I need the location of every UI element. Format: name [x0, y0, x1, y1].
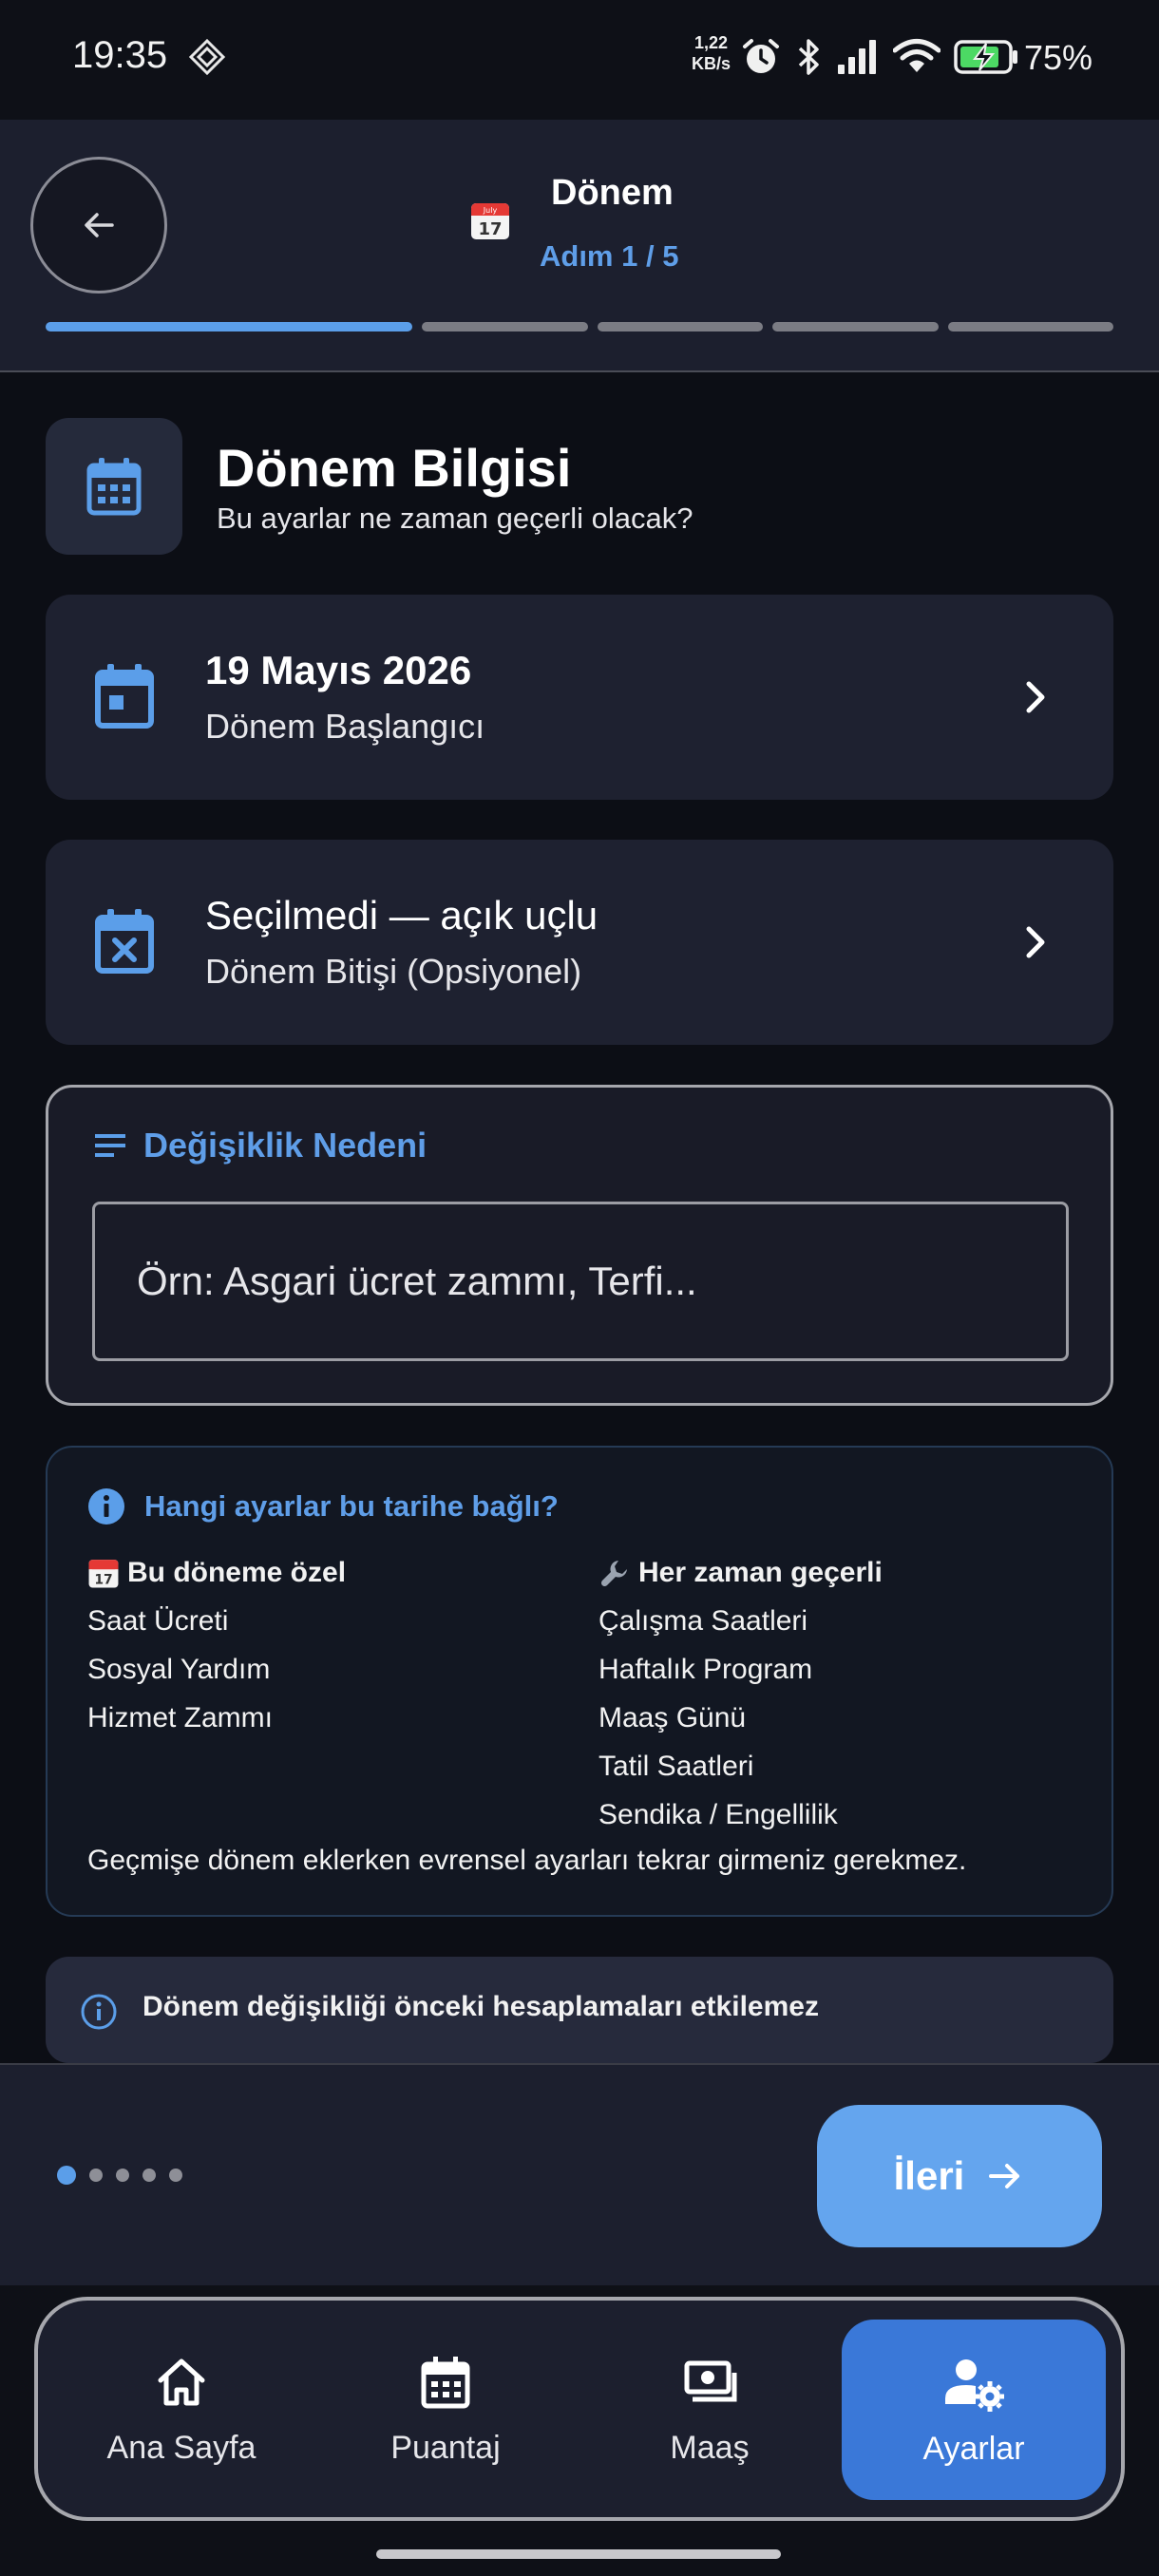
- end-date-label: Dönem Bitişi (Opsiyonel): [205, 952, 582, 991]
- nav-item-maas[interactable]: Maaş: [578, 2301, 842, 2517]
- alarm-icon: [743, 39, 779, 73]
- list-item: Haftalık Program: [598, 1654, 813, 1685]
- section-subtitle: Bu ayarlar ne zaman geçerli olacak?: [217, 502, 694, 535]
- page-dot: [89, 2169, 103, 2182]
- status-icons: [741, 34, 1020, 80]
- settings-info-title: Hangi ayarlar bu tarihe bağlı?: [144, 1489, 559, 1523]
- bluetooth-icon: [798, 39, 819, 75]
- settings-info-footer: Geçmişe dönem eklerken evrensel ayarları…: [87, 1845, 967, 1876]
- step-progress-bar: [46, 322, 1113, 331]
- info-filled-icon: [88, 1488, 124, 1525]
- signal-icon: [838, 40, 876, 74]
- network-speed-unit: KB/s: [692, 54, 732, 73]
- list-item: Saat Ücreti: [87, 1605, 229, 1637]
- period-specific-list: 17 Bu döneme özel Saat Ücreti Sosyal Yar…: [87, 1548, 346, 1742]
- calendar-icon: [421, 2356, 470, 2408]
- next-button[interactable]: İleri: [817, 2105, 1102, 2247]
- progress-segment-3: [597, 322, 763, 331]
- list-item: Çalışma Saatleri: [598, 1605, 808, 1637]
- notes-icon: [95, 1134, 125, 1157]
- start-date-card[interactable]: 19 Mayıs 2026 Dönem Başlangıcı: [46, 595, 1113, 800]
- list-item: Sosyal Yardım: [87, 1654, 271, 1685]
- calendar-today-icon: [95, 664, 154, 729]
- always-valid-list: Her zaman geçerli Çalışma Saatleri Hafta…: [598, 1548, 883, 1839]
- network-speed-value: 1,22: [694, 33, 729, 52]
- nav-label: Ana Sayfa: [106, 2429, 256, 2466]
- page-dots: [57, 2166, 182, 2185]
- chevron-right-icon: [1026, 681, 1045, 713]
- home-indicator[interactable]: [376, 2549, 781, 2559]
- arrow-left-icon: [85, 213, 114, 237]
- end-date-value: Seçilmedi — açık uçlu: [205, 893, 598, 938]
- bottom-navigation: Ana Sayfa Puantaj Maaş Ayarlar: [34, 2297, 1125, 2521]
- list-item: Sendika / Engellilik: [598, 1799, 838, 1830]
- section-title: Dönem Bilgisi: [217, 438, 572, 498]
- calculation-note: Dönem değişikliği önceki hesaplamaları e…: [46, 1957, 1113, 2063]
- page-dot: [116, 2169, 129, 2182]
- info-outline-icon: [81, 1994, 117, 2030]
- wrench-icon: [600, 1560, 627, 1586]
- network-speed: 1,22 KB/s: [692, 32, 731, 74]
- status-time: 19:35: [72, 34, 168, 76]
- change-reason-input[interactable]: [92, 1202, 1069, 1361]
- wizard-header: July 17 Dönem Adım 1 / 5: [0, 120, 1159, 372]
- calendar-month-icon: [86, 458, 142, 516]
- section-icon-tile: [46, 418, 182, 555]
- period-specific-heading-text: Bu döneme özel: [127, 1557, 347, 1588]
- page-dot: [169, 2169, 182, 2182]
- battery-charging-icon: [954, 40, 1017, 74]
- period-specific-heading: 17 Bu döneme özel: [87, 1548, 346, 1597]
- list-item: Maaş Günü: [598, 1702, 747, 1733]
- nav-label: Puantaj: [390, 2429, 501, 2466]
- change-reason-header: Değişiklik Nedeni: [94, 1126, 427, 1165]
- svg-text:July: July: [483, 206, 498, 215]
- calendar-emoji-icon: 17: [88, 1559, 119, 1587]
- settings-info-card: Hangi ayarlar bu tarihe bağlı? 17 Bu dön…: [46, 1446, 1113, 1917]
- chevron-right-icon: [1026, 926, 1045, 958]
- step-footer: İleri: [0, 2065, 1159, 2285]
- start-date-value: 19 Mayıs 2026: [205, 648, 472, 692]
- page-dot-active: [57, 2166, 76, 2185]
- progress-segment-2: [422, 322, 588, 331]
- page-title: Dönem: [551, 173, 674, 213]
- nav-label: Maaş: [670, 2429, 750, 2466]
- progress-segment-5: [947, 322, 1113, 331]
- nav-item-ayarlar[interactable]: Ayarlar: [842, 2320, 1106, 2500]
- svg-text:17: 17: [94, 1572, 112, 1587]
- always-valid-heading: Her zaman geçerli: [598, 1548, 883, 1597]
- progress-segment-1: [46, 322, 412, 331]
- battery-percent: 75%: [1024, 38, 1093, 77]
- nav-item-puantaj[interactable]: Puantaj: [314, 2301, 578, 2517]
- start-date-label: Dönem Başlangıcı: [205, 707, 485, 746]
- svg-text:17: 17: [478, 219, 502, 239]
- back-button[interactable]: [30, 157, 167, 294]
- progress-segment-4: [772, 322, 939, 331]
- arrow-right-icon: [989, 2164, 1020, 2188]
- next-button-label: İleri: [893, 2153, 965, 2198]
- change-reason-title: Değişiklik Nedeni: [143, 1126, 428, 1165]
- end-date-card[interactable]: Seçilmedi — açık uçlu Dönem Bitişi (Opsi…: [46, 840, 1113, 1045]
- status-bar: 19:35 1,22 KB/s 75%: [0, 0, 1159, 120]
- calendar-emoji-icon: July 17: [471, 203, 509, 239]
- calendar-remove-icon: [95, 909, 154, 974]
- home-icon: [158, 2358, 205, 2405]
- page-dot: [142, 2169, 156, 2182]
- step-indicator: Adım 1 / 5: [540, 239, 679, 273]
- user-settings-icon: [945, 2358, 1004, 2412]
- header-divider: [0, 370, 1159, 372]
- wifi-icon: [893, 39, 940, 72]
- nav-item-home[interactable]: Ana Sayfa: [49, 2301, 314, 2517]
- always-valid-heading-text: Her zaman geçerli: [638, 1557, 883, 1588]
- list-item: Hizmet Zammı: [87, 1702, 273, 1733]
- list-item: Tatil Saatleri: [598, 1751, 754, 1782]
- dnd-diamond-icon: [188, 38, 226, 76]
- money-icon: [684, 2360, 737, 2401]
- settings-info-header: Hangi ayarlar bu tarihe bağlı?: [87, 1487, 559, 1525]
- calculation-note-text: Dönem değişikliği önceki hesaplamaları e…: [142, 1991, 819, 2022]
- nav-label: Ayarlar: [922, 2430, 1025, 2467]
- change-reason-card: Değişiklik Nedeni: [46, 1085, 1113, 1406]
